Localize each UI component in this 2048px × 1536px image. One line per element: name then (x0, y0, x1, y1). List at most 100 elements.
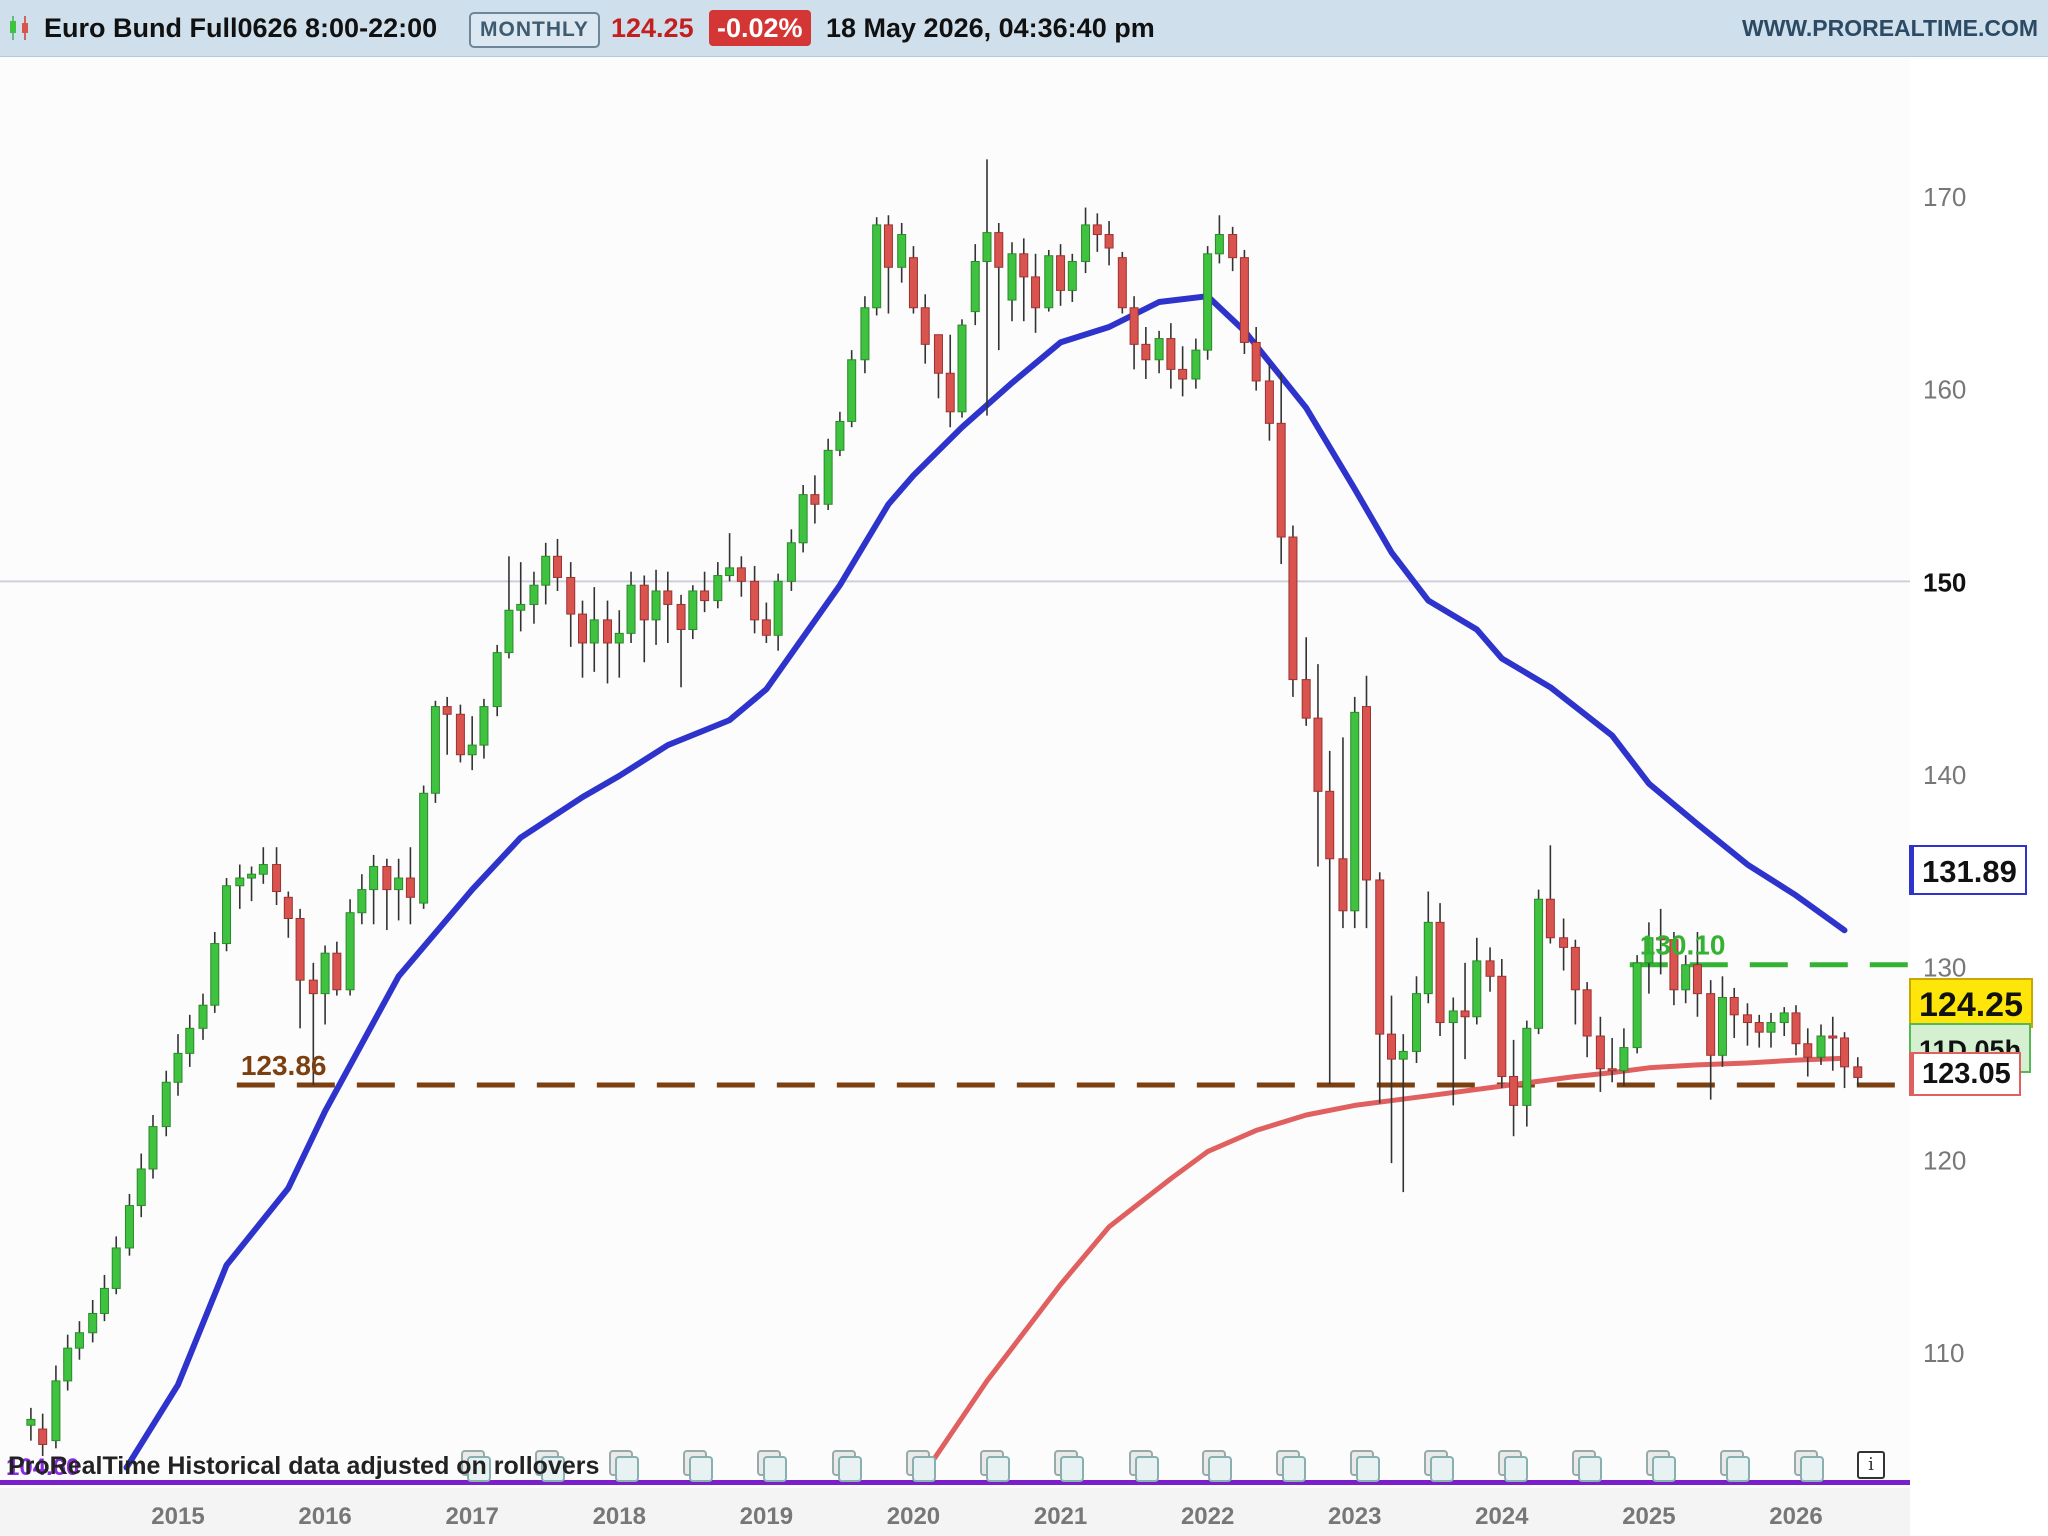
candle[interactable] (970, 244, 980, 326)
candle[interactable] (295, 908, 305, 1029)
candle[interactable] (1570, 939, 1580, 1025)
candle[interactable] (1717, 976, 1727, 1067)
candle[interactable] (713, 562, 723, 609)
candle[interactable] (1692, 931, 1702, 1017)
candle[interactable] (566, 562, 576, 647)
candle[interactable] (1264, 363, 1274, 441)
candle[interactable] (1412, 976, 1422, 1063)
candle[interactable] (405, 847, 415, 925)
candle[interactable] (442, 696, 452, 755)
candle[interactable] (430, 700, 440, 803)
candle[interactable] (1166, 323, 1176, 389)
candle[interactable] (63, 1334, 73, 1391)
info-icon[interactable]: i (1857, 1451, 1885, 1479)
candle[interactable] (1288, 525, 1298, 697)
price-chart[interactable]: 123.86130.10104.60 110120130140150160170… (0, 0, 2048, 1536)
candle[interactable] (982, 159, 992, 416)
candle[interactable] (1154, 330, 1164, 374)
candle[interactable] (1141, 327, 1151, 380)
candle[interactable] (1816, 1024, 1826, 1065)
candle[interactable] (1398, 1034, 1408, 1193)
plot-area[interactable] (0, 57, 1910, 1488)
candle[interactable] (1485, 947, 1495, 992)
candle[interactable] (394, 858, 404, 921)
candle[interactable] (74, 1321, 84, 1360)
candle[interactable] (1779, 1007, 1789, 1037)
candle[interactable] (994, 222, 1004, 351)
legend-ema40-button[interactable]: EMA (40) (318, 70, 475, 116)
event-marker-icon[interactable] (1129, 1450, 1159, 1482)
candle[interactable] (332, 941, 342, 996)
candle[interactable] (1619, 1028, 1629, 1087)
candle[interactable] (173, 1034, 183, 1096)
event-marker-icon[interactable] (757, 1450, 787, 1482)
candle[interactable] (1803, 1028, 1813, 1077)
candle[interactable] (1325, 750, 1335, 1085)
candle[interactable] (1522, 1020, 1532, 1127)
event-marker-icon[interactable] (980, 1450, 1010, 1482)
candle[interactable] (639, 575, 649, 663)
event-marker-icon[interactable] (1276, 1450, 1306, 1482)
candle[interactable] (369, 854, 379, 925)
candle[interactable] (88, 1299, 98, 1343)
ema40-line[interactable] (123, 293, 1848, 1471)
candle[interactable] (1313, 664, 1323, 867)
candle[interactable] (1742, 1003, 1752, 1046)
candle[interactable] (773, 573, 783, 651)
candle[interactable] (210, 931, 220, 1013)
candle[interactable] (614, 610, 624, 678)
candle[interactable] (1681, 955, 1691, 1004)
candle[interactable] (1509, 1039, 1519, 1137)
candle[interactable] (1423, 891, 1433, 1004)
candle[interactable] (957, 319, 967, 418)
candle[interactable] (258, 847, 268, 884)
candle[interactable] (1178, 346, 1188, 397)
candle[interactable] (920, 294, 930, 364)
legend-ema200-button[interactable]: EMA (200) (140, 70, 308, 116)
candle[interactable] (1067, 253, 1077, 302)
candle[interactable] (467, 716, 477, 771)
event-marker-icon[interactable] (1646, 1450, 1676, 1482)
candle[interactable] (700, 571, 710, 613)
event-marker-icon[interactable] (1202, 1450, 1232, 1482)
candle[interactable] (1435, 903, 1445, 1037)
candle[interactable] (1117, 251, 1127, 314)
candle[interactable] (1350, 696, 1360, 929)
candle[interactable] (1092, 213, 1102, 252)
candle[interactable] (823, 438, 833, 511)
candle[interactable] (479, 698, 489, 759)
candle[interactable] (529, 571, 539, 624)
candle[interactable] (148, 1115, 158, 1179)
candle[interactable] (1191, 338, 1201, 389)
candle[interactable] (860, 296, 870, 374)
candle[interactable] (357, 874, 367, 925)
candle[interactable] (1791, 1005, 1801, 1056)
candle[interactable] (945, 334, 955, 428)
candle[interactable] (1007, 242, 1017, 322)
candle[interactable] (320, 945, 330, 1025)
candle[interactable] (676, 594, 686, 688)
event-marker-icon[interactable] (1350, 1450, 1380, 1482)
candle[interactable] (933, 334, 943, 399)
candle[interactable] (1019, 238, 1029, 322)
candle[interactable] (1301, 637, 1311, 726)
candle[interactable] (1375, 872, 1385, 1104)
candle[interactable] (26, 1407, 36, 1441)
candle[interactable] (1276, 373, 1286, 564)
event-marker-icon[interactable] (1572, 1450, 1602, 1482)
candle[interactable] (603, 600, 613, 684)
candle[interactable] (1081, 207, 1091, 274)
candle[interactable] (908, 246, 918, 314)
candle[interactable] (1472, 937, 1482, 1025)
candle[interactable] (99, 1274, 109, 1322)
candle[interactable] (222, 878, 232, 952)
candle[interactable] (1545, 845, 1555, 944)
candle[interactable] (1706, 980, 1716, 1100)
candle[interactable] (1853, 1057, 1863, 1087)
legend-price-button[interactable]: Price (10, 70, 131, 116)
candle[interactable] (1203, 246, 1213, 360)
candle[interactable] (1644, 922, 1654, 994)
candle[interactable] (136, 1153, 146, 1218)
candle[interactable] (1607, 1037, 1617, 1083)
event-marker-icon[interactable] (832, 1450, 862, 1482)
